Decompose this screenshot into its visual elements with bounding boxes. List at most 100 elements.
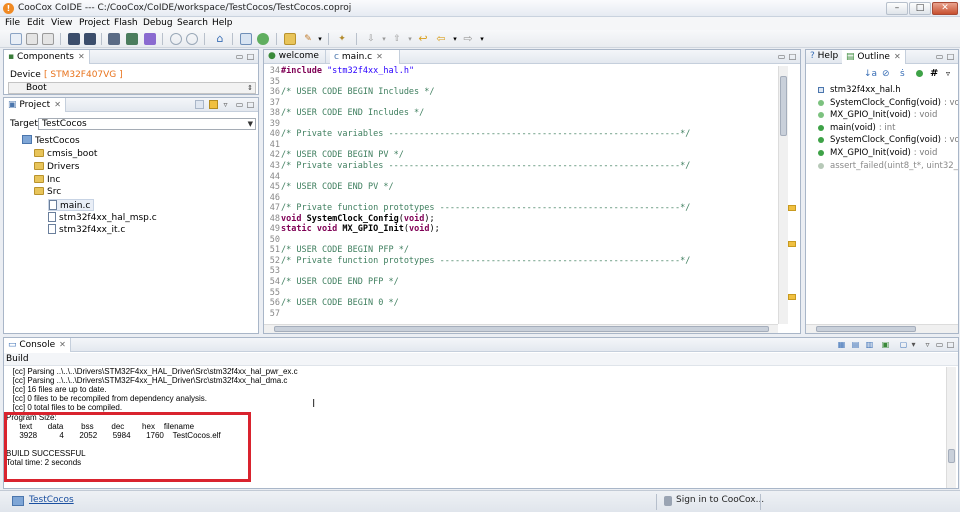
device-value[interactable]: [ STM32F407VG ]	[44, 69, 123, 81]
link-editor-icon[interactable]	[209, 100, 218, 109]
code-line[interactable]: 55	[266, 288, 281, 299]
back-icon[interactable]: ⇦	[435, 33, 447, 45]
new-file-icon[interactable]	[10, 33, 22, 45]
maximize-panel-icon[interactable]: □	[246, 52, 255, 61]
home-icon[interactable]: ⌂	[214, 33, 226, 45]
editor-vertical-scrollbar[interactable]	[778, 66, 788, 324]
code-line[interactable]: 54/* USER CODE END PFP */	[266, 277, 399, 288]
outline-item[interactable]: MX_GPIO_Init(void): void	[818, 147, 937, 159]
dropdown-icon[interactable]: ▾	[476, 33, 488, 45]
view-menu-icon[interactable]: ▿	[946, 69, 950, 78]
download-icon[interactable]	[126, 33, 138, 45]
globe-icon[interactable]	[257, 33, 269, 45]
hide-static-icon[interactable]: ṡ	[900, 69, 910, 79]
close-tab-icon[interactable]: ✕	[894, 52, 901, 61]
tree-project-root[interactable]: TestCocos	[22, 135, 80, 147]
save-all-icon[interactable]	[42, 33, 54, 45]
component-icon[interactable]	[240, 33, 252, 45]
minimize-panel-icon[interactable]: ▭	[935, 340, 944, 349]
menu-file[interactable]: File	[5, 17, 20, 30]
code-line[interactable]: 38/* USER CODE END Includes */	[266, 108, 425, 119]
maximize-panel-icon[interactable]: □	[788, 52, 797, 61]
tab-help[interactable]: ? Help	[806, 50, 844, 64]
code-line[interactable]: 44	[266, 172, 281, 183]
code-line[interactable]: 53	[266, 266, 281, 277]
tab-project[interactable]: ▣ Project ✕	[4, 98, 66, 112]
code-line[interactable]: 43/* Private variables -----------------…	[266, 161, 691, 172]
outline-item[interactable]: main(void): int	[818, 122, 896, 134]
next-annotation-icon[interactable]: ⇧	[391, 33, 403, 45]
sort-icon[interactable]: ↓a	[864, 69, 877, 79]
erase-icon[interactable]	[144, 33, 156, 45]
tree-folder-cmsis-boot[interactable]: cmsis_boot	[34, 148, 97, 160]
minimize-panel-icon[interactable]: ▭	[777, 52, 786, 61]
scroll-thumb[interactable]	[274, 326, 769, 332]
code-line[interactable]: 46	[266, 193, 281, 204]
outline-item[interactable]: MX_GPIO_Init(void): void	[818, 109, 937, 121]
tab-components[interactable]: ▪ Components ✕	[4, 50, 90, 64]
minimize-panel-icon[interactable]: ▭	[935, 52, 944, 61]
code-line[interactable]: 36/* USER CODE BEGIN Includes */	[266, 87, 435, 98]
status-project-link[interactable]: TestCocos	[29, 495, 74, 505]
menu-help[interactable]: Help	[212, 17, 233, 30]
code-line[interactable]: 52/* Private function prototypes -------…	[266, 256, 691, 267]
scroll-lock-icon[interactable]: ▤	[851, 340, 860, 349]
menu-project[interactable]: Project	[79, 17, 110, 30]
target-select[interactable]: TestCocos ▼	[38, 118, 256, 130]
outline-item[interactable]: SystemClock_Config(void): void	[818, 134, 958, 146]
code-line[interactable]: 42/* USER CODE BEGIN PV */	[266, 150, 404, 161]
tree-file-it[interactable]: stm32f4xx_it.c	[48, 224, 125, 236]
code-line[interactable]: 35	[266, 77, 281, 88]
prev-annotation-icon[interactable]: ⇩	[365, 33, 377, 45]
maximize-button[interactable]: □	[909, 2, 931, 15]
close-tab-icon[interactable]: ✕	[376, 52, 383, 61]
forward-icon[interactable]: ⇨	[462, 33, 474, 45]
word-wrap-icon[interactable]: ▥	[865, 340, 874, 349]
task-marker-icon[interactable]	[788, 241, 796, 247]
pin-icon[interactable]: ✦	[336, 33, 348, 45]
dropdown-icon[interactable]: ▾	[449, 33, 461, 45]
collapse-all-icon[interactable]	[195, 100, 204, 109]
code-line[interactable]: 45/* USER CODE END PV */	[266, 182, 394, 193]
close-button[interactable]: ✕	[932, 2, 958, 15]
minimize-panel-icon[interactable]: ▭	[235, 100, 244, 109]
dropdown-icon[interactable]: ▾	[314, 33, 326, 45]
maximize-panel-icon[interactable]: □	[946, 52, 955, 61]
code-line[interactable]: 39	[266, 119, 281, 130]
tab-main-c[interactable]: c main.c ✕	[330, 50, 400, 64]
code-line[interactable]: 37	[266, 98, 281, 109]
menu-view[interactable]: View	[51, 17, 72, 30]
outline-horizontal-scrollbar[interactable]	[806, 324, 958, 333]
tree-file-main[interactable]: main.c	[48, 199, 95, 211]
tree-folder-src[interactable]: Src	[34, 186, 61, 198]
dropdown-icon[interactable]: ▾	[909, 340, 918, 349]
outline-item[interactable]: SystemClock_Config(void): void	[818, 97, 958, 109]
scroll-thumb[interactable]	[816, 326, 916, 332]
hide-fields-icon[interactable]: ⊘	[882, 69, 892, 79]
view-menu-icon[interactable]: ▿	[923, 340, 932, 349]
clear-console-icon[interactable]: ▦	[837, 340, 846, 349]
hide-non-public-icon[interactable]	[916, 70, 923, 77]
scroll-thumb[interactable]	[780, 76, 787, 136]
tree-folder-inc[interactable]: Inc	[34, 174, 60, 186]
task-marker-icon[interactable]	[788, 205, 796, 211]
open-folder-icon[interactable]	[284, 33, 296, 45]
menu-search[interactable]: Search	[177, 17, 208, 30]
maximize-panel-icon[interactable]: □	[246, 100, 255, 109]
settings-icon[interactable]	[170, 33, 182, 45]
boot-row[interactable]: Boot ⇕	[8, 82, 256, 94]
hide-macros-icon[interactable]: #	[930, 68, 938, 79]
tab-welcome[interactable]: ● welcome	[264, 50, 326, 64]
pencil-icon[interactable]: ✎	[302, 33, 314, 45]
build-icon[interactable]	[68, 33, 80, 45]
config-icon[interactable]	[186, 33, 198, 45]
close-tab-icon[interactable]: ✕	[59, 340, 66, 349]
pin-console-icon[interactable]: ▣	[881, 340, 890, 349]
console-vertical-scrollbar[interactable]	[946, 367, 956, 488]
code-line[interactable]: 48void SystemClock_Config(void);	[266, 214, 435, 225]
dropdown-icon[interactable]: ▾	[378, 33, 390, 45]
menu-debug[interactable]: Debug	[143, 17, 173, 30]
code-line[interactable]: 49static void MX_GPIO_Init(void);	[266, 224, 440, 235]
dropdown-icon[interactable]: ▾	[404, 33, 416, 45]
code-area[interactable]: 34#include "stm32f4xx_hal.h" 35 36/* USER …	[264, 66, 778, 324]
